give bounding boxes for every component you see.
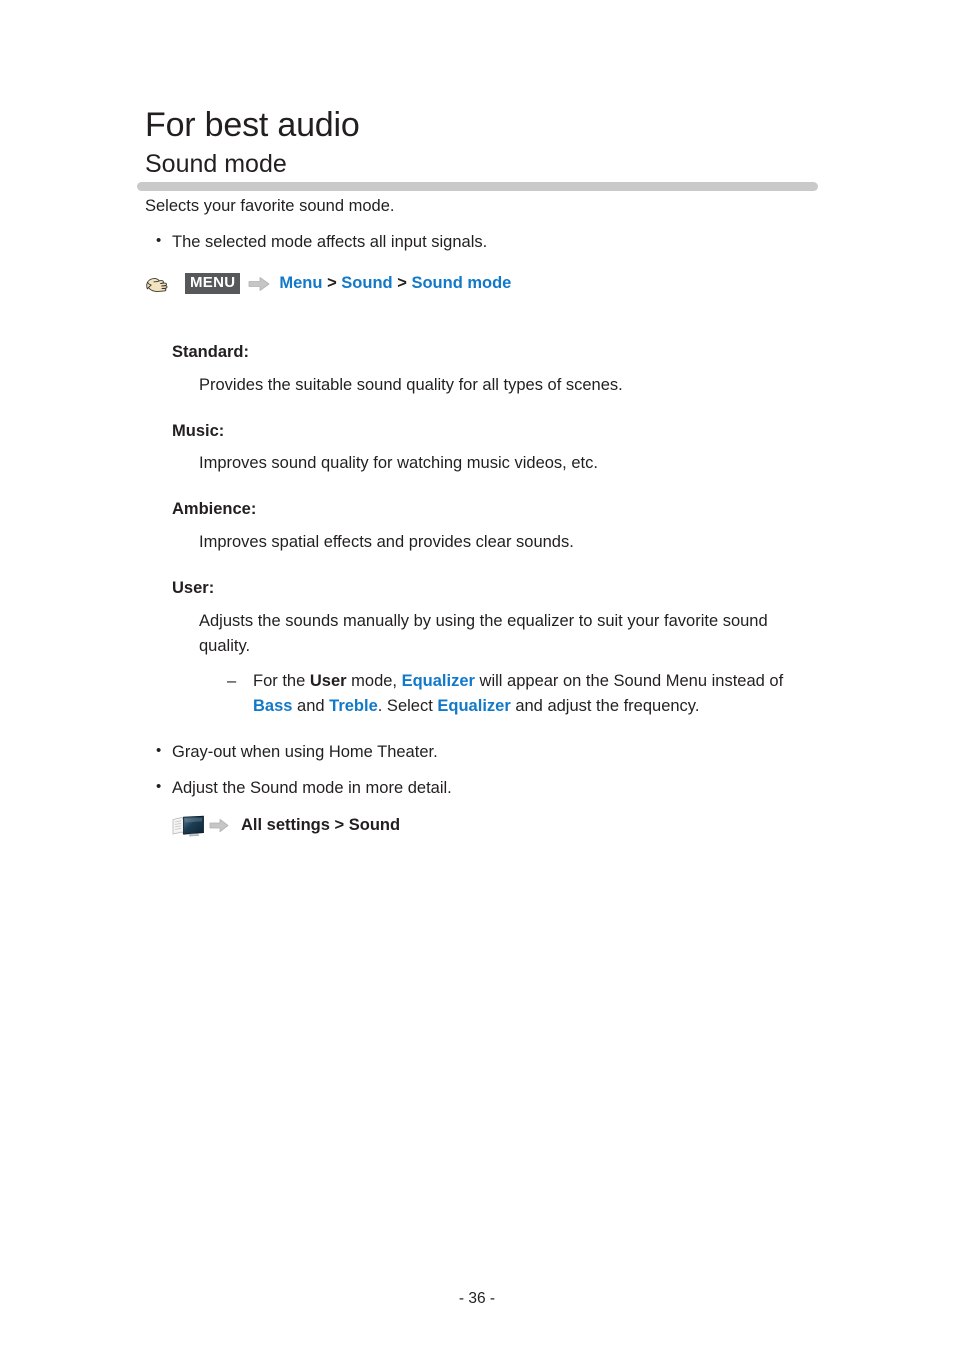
mode-term-standard: Standard: [172,341,845,365]
note-text-3: will appear on the Sound Menu instead of [474,672,784,691]
mode-term-ambience: Ambience: [172,498,845,522]
mode-description-ambience: Improves spatial effects and provides cl… [199,533,574,552]
lead-paragraph: Selects your favorite sound mode. [145,197,395,215]
intro-bullet-list: The selected mode affects all input sign… [145,230,845,255]
menu-path-row: MENU Menu > Sound > Sound mode [145,273,845,295]
note-link-equalizer-2[interactable]: Equalizer [437,697,510,715]
mode-description-standard: Provides the suitable sound quality for … [199,375,623,394]
note-link-equalizer-1[interactable]: Equalizer [402,672,475,690]
page-number: - 36 - [458,1290,496,1307]
mode-description-music: Improves sound quality for watching musi… [199,454,598,473]
mode-term-colon: : [243,342,250,361]
breadcrumb-link-sound-mode[interactable]: Sound mode [411,274,511,292]
emanual-tv-icon [172,815,206,837]
user-mode-note-list: For the User mode, Equalizer will appear… [172,669,845,719]
note-bold-user: User [309,672,347,691]
breadcrumb-link-sound[interactable]: Sound [349,816,400,834]
menu-button-badge[interactable]: MENU [185,273,241,295]
note-text-1: For the [253,672,310,691]
section-header: Sound mode [137,150,818,191]
mode-term-colon: : [250,500,257,519]
breadcrumb-link-sound[interactable]: Sound [341,274,392,292]
mode-term-music: Music: [172,420,845,444]
breadcrumb-link-all-settings[interactable]: All settings [241,816,330,834]
pointing-hand-icon [145,273,175,295]
mode-description-user: Adjusts the sounds manually by using the… [199,611,768,655]
note-text-4: and [292,697,330,716]
breadcrumb-separator: > [327,274,337,293]
page-title: For best audio [145,105,360,144]
right-arrow-icon [209,818,229,833]
user-mode-note: For the User mode, Equalizer will appear… [227,669,813,719]
manual-page: For best audio Sound mode Selects your f… [0,0,954,1350]
mode-term-label: Ambience [172,500,251,519]
section-divider [137,181,818,191]
list-item: Adjust the Sound mode in more detail. [145,776,845,801]
menu-breadcrumb: Menu > Sound > Sound mode [279,274,511,293]
tail-bullet-list: Gray-out when using Home Theater. Adjust… [145,740,845,801]
settings-breadcrumb: All settings > Sound [241,816,400,835]
note-text-2: mode, [346,672,402,691]
sound-mode-definition-list: Standard: Provides the suitable sound qu… [145,341,845,719]
right-arrow-icon [248,276,270,292]
settings-path-row: All settings > Sound [145,815,845,837]
mode-term-label: Standard [172,342,244,361]
breadcrumb-link-menu[interactable]: Menu [279,274,322,292]
page-content: Selects your favorite sound mode. The se… [145,195,845,837]
mode-term-label: User [172,578,209,597]
mode-term-user: User: [172,577,845,601]
note-text-5: . Select [377,697,438,716]
breadcrumb-separator: > [334,816,345,835]
list-item: Gray-out when using Home Theater. [145,740,845,765]
note-link-treble[interactable]: Treble [329,697,378,715]
mode-term-colon: : [208,578,215,597]
note-link-bass[interactable]: Bass [253,697,292,715]
list-item: The selected mode affects all input sign… [145,230,845,255]
mode-term-colon: : [218,421,225,440]
note-text-6: and adjust the frequency. [510,697,700,716]
breadcrumb-separator: > [397,274,407,293]
section-title: Sound mode [145,150,287,178]
mode-term-label: Music [172,421,219,440]
